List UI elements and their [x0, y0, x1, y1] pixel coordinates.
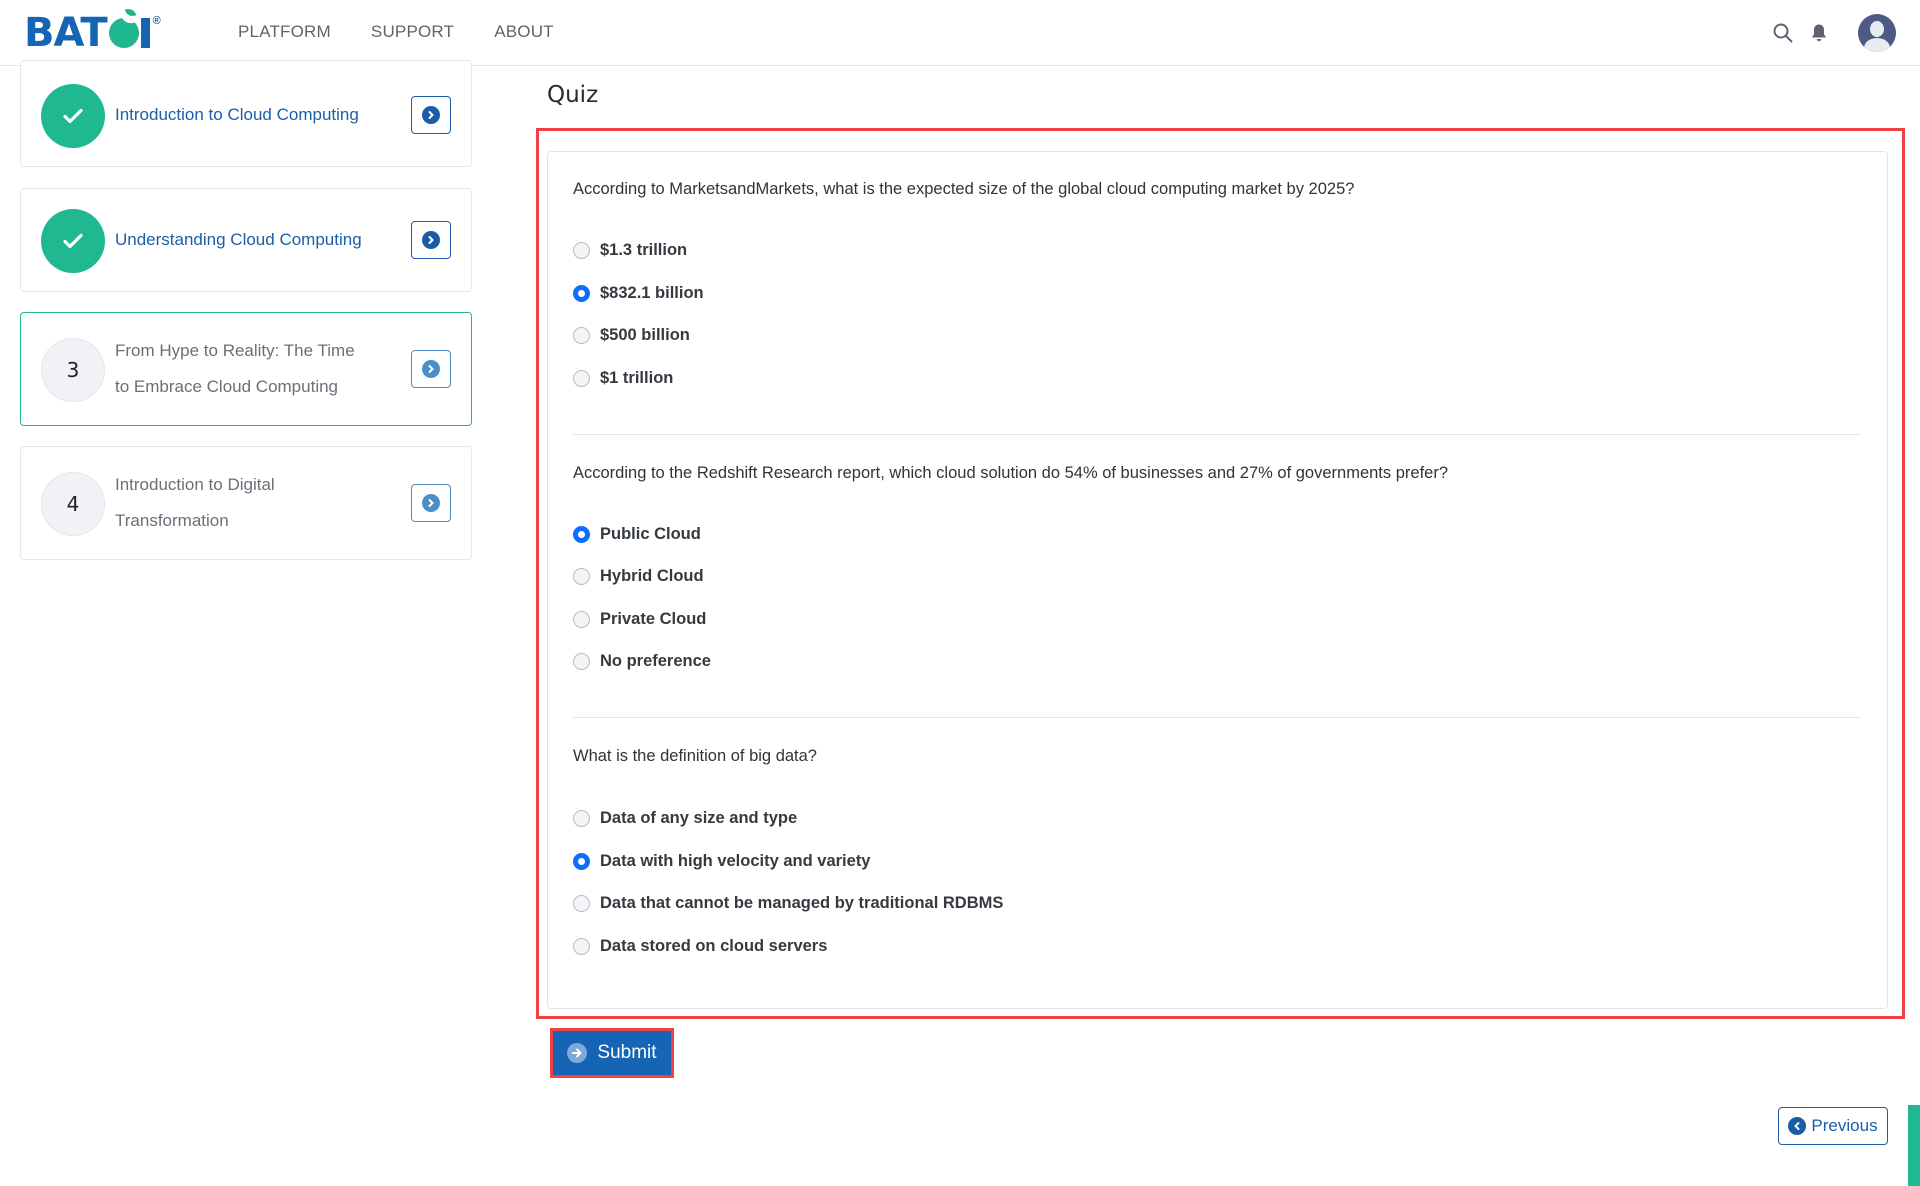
- question-2-option-1[interactable]: Public Cloud: [573, 525, 701, 544]
- question-2-option-4[interactable]: No preference: [573, 652, 711, 671]
- radio-button-selected[interactable]: [573, 526, 590, 543]
- lesson-title-line-1: Introduction to Digital: [115, 475, 275, 494]
- chevron-right-circle-icon: [422, 106, 440, 124]
- radio-button[interactable]: [573, 568, 590, 585]
- radio-button[interactable]: [573, 810, 590, 827]
- question-1-option-2[interactable]: $832.1 billion: [573, 284, 704, 303]
- lesson-title-line-1: From Hype to Reality: The Time: [115, 341, 355, 360]
- lesson-number-badge: 3: [41, 338, 105, 402]
- question-1-option-3[interactable]: $500 billion: [573, 326, 690, 345]
- radio-button[interactable]: [573, 370, 590, 387]
- completed-badge: [41, 209, 105, 273]
- page-title: Quiz: [547, 82, 599, 108]
- question-2-option-3[interactable]: Private Cloud: [573, 610, 706, 629]
- option-label: Data stored on cloud servers: [600, 937, 828, 955]
- chevron-left-circle-icon: [1788, 1117, 1807, 1135]
- lesson-title[interactable]: Understanding Cloud Computing: [115, 222, 362, 258]
- nav-about[interactable]: ABOUT: [494, 22, 554, 42]
- logo-text: BAT: [24, 10, 108, 56]
- question-3-option-1[interactable]: Data of any size and type: [573, 809, 797, 828]
- submit-button[interactable]: Submit: [553, 1031, 671, 1075]
- chevron-right-circle-icon: [422, 360, 440, 378]
- open-lesson-button[interactable]: [411, 221, 451, 259]
- radio-button-selected[interactable]: [573, 853, 590, 870]
- feedback-tab[interactable]: [1908, 1105, 1920, 1186]
- radio-button[interactable]: [573, 653, 590, 670]
- option-label: Data with high velocity and variety: [600, 852, 871, 870]
- option-label: Data that cannot be managed by tradition…: [600, 894, 1004, 912]
- question-3-option-4[interactable]: Data stored on cloud servers: [573, 937, 827, 956]
- lesson-title[interactable]: Introduction to Digital Transformation: [115, 467, 275, 539]
- open-lesson-button[interactable]: [411, 96, 451, 134]
- option-label: $832.1 billion: [600, 284, 704, 302]
- logo-i-bar: [140, 18, 150, 48]
- nav-support[interactable]: SUPPORT: [371, 22, 454, 42]
- previous-label: Previous: [1811, 1116, 1878, 1135]
- chevron-right-circle-icon: [422, 494, 440, 512]
- lesson-number-badge: 4: [41, 472, 105, 536]
- open-lesson-button[interactable]: [411, 484, 451, 522]
- main-nav: PLATFORM SUPPORT ABOUT: [238, 22, 554, 42]
- radio-button-selected[interactable]: [573, 285, 590, 302]
- question-3-text: What is the definition of big data?: [573, 747, 817, 765]
- top-header: BAT ® PLATFORM SUPPORT ABOUT: [0, 0, 1920, 66]
- logo-registered-mark: ®: [152, 15, 161, 27]
- submit-label: Submit: [597, 1042, 657, 1063]
- chevron-right-circle-icon: [422, 231, 440, 249]
- question-2-option-2[interactable]: Hybrid Cloud: [573, 567, 704, 586]
- nav-platform[interactable]: PLATFORM: [238, 22, 331, 42]
- option-label: Private Cloud: [600, 610, 707, 628]
- question-1-text: According to MarketsandMarkets, what is …: [573, 180, 1355, 198]
- question-3-option-2[interactable]: Data with high velocity and variety: [573, 852, 871, 871]
- previous-button[interactable]: Previous: [1778, 1107, 1888, 1145]
- option-label: $1 trillion: [600, 369, 674, 387]
- lesson-title[interactable]: Introduction to Cloud Computing: [115, 97, 359, 133]
- question-3-option-3[interactable]: Data that cannot be managed by tradition…: [573, 894, 1003, 913]
- lesson-title[interactable]: From Hype to Reality: The Time to Embrac…: [115, 333, 355, 405]
- lesson-card-2[interactable]: Understanding Cloud Computing: [20, 188, 472, 292]
- header-actions: [1772, 14, 1896, 52]
- lesson-title-line-2: Transformation: [115, 511, 229, 530]
- radio-button[interactable]: [573, 327, 590, 344]
- bell-icon[interactable]: [1810, 23, 1828, 43]
- option-label: $1.3 trillion: [600, 241, 688, 259]
- radio-button[interactable]: [573, 611, 590, 628]
- logo-leaf-icon: [108, 18, 139, 48]
- option-label: No preference: [600, 652, 711, 670]
- option-label: Data of any size and type: [600, 809, 798, 827]
- open-lesson-button[interactable]: [411, 350, 451, 388]
- completed-badge: [41, 84, 105, 148]
- lesson-card-4[interactable]: 4 Introduction to Digital Transformation: [20, 446, 472, 560]
- question-divider: [573, 717, 1861, 718]
- option-label: Hybrid Cloud: [600, 567, 704, 585]
- check-icon: [63, 108, 83, 124]
- arrow-right-circle-icon: [567, 1043, 588, 1063]
- lesson-card-3[interactable]: 3 From Hype to Reality: The Time to Embr…: [20, 312, 472, 426]
- question-2-text: According to the Redshift Research repor…: [573, 464, 1448, 482]
- lesson-title-line-2: to Embrace Cloud Computing: [115, 377, 339, 396]
- user-avatar[interactable]: [1858, 14, 1896, 52]
- check-icon: [63, 233, 83, 249]
- radio-button[interactable]: [573, 895, 590, 912]
- search-icon[interactable]: [1772, 22, 1794, 44]
- option-label: Public Cloud: [600, 525, 701, 543]
- batoi-logo[interactable]: BAT ®: [24, 13, 161, 53]
- radio-button[interactable]: [573, 242, 590, 259]
- option-label: $500 billion: [600, 326, 690, 344]
- question-1-option-1[interactable]: $1.3 trillion: [573, 241, 687, 260]
- radio-button[interactable]: [573, 938, 590, 955]
- quiz-card: [547, 151, 1888, 1009]
- question-1-option-4[interactable]: $1 trillion: [573, 369, 673, 388]
- lesson-card-1[interactable]: Introduction to Cloud Computing: [20, 60, 472, 167]
- question-divider: [573, 434, 1861, 435]
